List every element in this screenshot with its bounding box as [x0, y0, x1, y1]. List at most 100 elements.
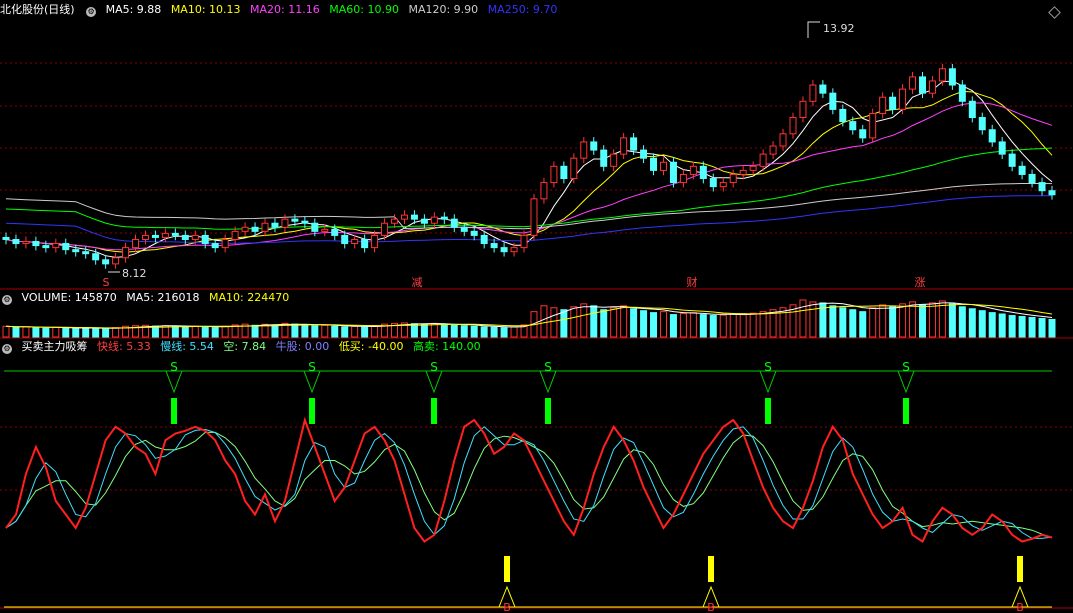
ma120-label: MA120: 9.90	[408, 3, 479, 16]
volume-bar	[669, 314, 677, 338]
volume-bar	[550, 307, 558, 338]
candle-body	[829, 92, 837, 110]
candle-body	[52, 243, 60, 249]
volume-settings-icon[interactable]: ⚙	[2, 295, 12, 305]
volume-bar	[301, 324, 309, 338]
candle-body	[420, 218, 428, 224]
candle-body	[470, 230, 478, 236]
volume-bar	[311, 325, 319, 338]
volume-bar	[689, 312, 697, 338]
volume-bar	[351, 325, 359, 338]
empty-label: 空: 7.84	[223, 340, 267, 353]
candle-body	[201, 234, 209, 245]
candle-body	[789, 117, 797, 135]
volume-bar	[181, 326, 189, 338]
candle-body	[42, 245, 50, 249]
low-buy-label: 低买: -40.00	[338, 340, 404, 353]
candle-body	[440, 216, 448, 220]
candle-body	[281, 218, 289, 228]
candle-body	[909, 76, 917, 90]
candle-body	[92, 253, 100, 261]
volume-bar	[361, 326, 369, 338]
volume-bar	[470, 325, 478, 338]
volume-bar	[510, 326, 518, 338]
sell-signal-bar	[903, 398, 909, 424]
indicator-header: ⚙ 买卖主力吸筹 快线: 5.33 慢线: 5.54 空: 7.84 牛股: 0…	[0, 339, 487, 355]
candle-body	[560, 165, 568, 180]
volume-bar	[72, 327, 80, 338]
volume-bar	[729, 313, 737, 338]
volume-bar	[998, 313, 1006, 338]
volume-bar	[331, 325, 339, 338]
settings-icon[interactable]: ⚙	[86, 7, 97, 17]
candle-body	[500, 247, 508, 253]
volume-bar	[570, 306, 578, 338]
main-header: 北化股份(日线) ⚙ MA5: 9.88 MA10: 10.13 MA20: 1…	[0, 2, 563, 18]
candle-body	[241, 226, 249, 232]
volume-bar	[640, 310, 648, 338]
candle-body	[699, 165, 707, 180]
candle-body	[12, 238, 20, 245]
signal-marker: 财	[687, 275, 698, 289]
indicator-settings-icon[interactable]: ⚙	[2, 344, 12, 354]
candle-body	[82, 251, 90, 255]
ma5-label: MA5: 9.88	[105, 3, 162, 16]
sell-pointer	[759, 370, 777, 394]
high-price-pointer	[807, 21, 820, 38]
volume-bar	[849, 309, 857, 338]
ma20-label: MA20: 11.16	[250, 3, 320, 16]
signal-marker: S	[103, 276, 110, 289]
candle-body	[998, 141, 1006, 155]
volume-bar	[271, 324, 279, 338]
candle-body	[32, 241, 40, 247]
volume-bar	[22, 326, 30, 338]
candle-body	[161, 232, 169, 238]
candle-body	[849, 121, 857, 131]
buy-signal-bar	[504, 556, 510, 582]
candle-body	[301, 220, 309, 224]
volume-bar	[171, 325, 179, 338]
sell-pointer	[165, 370, 183, 394]
candle-body	[988, 129, 996, 143]
candle-body	[271, 222, 279, 228]
candle-body	[410, 214, 418, 220]
volume-bar	[460, 325, 468, 338]
volume-bar	[251, 324, 259, 338]
candle-body	[221, 238, 229, 249]
volume-bar	[600, 309, 608, 338]
candle-body	[132, 238, 140, 249]
candle-body	[311, 222, 319, 232]
sell-pointer	[539, 370, 557, 394]
candle-body	[689, 165, 697, 175]
candle-body	[171, 232, 179, 236]
volume-bar	[112, 327, 120, 338]
stock-chart: 13.92 8.12 S 减 财 涨 S S S S S S B B B	[0, 21, 1073, 613]
candle-body	[610, 153, 618, 167]
candle-body	[510, 247, 518, 253]
candle-body	[261, 222, 269, 232]
candle-body	[869, 112, 877, 139]
candle-body	[659, 161, 667, 171]
candle-body	[928, 80, 936, 94]
volume-ma5-label: MA5: 216018	[126, 291, 200, 304]
candle-body	[759, 153, 767, 167]
ma60-label: MA60: 10.90	[329, 3, 399, 16]
volume-bar	[560, 309, 568, 338]
candle-body	[630, 137, 638, 151]
candle-body	[450, 218, 458, 228]
candle-body	[679, 173, 687, 184]
volume-bar	[82, 327, 90, 338]
volume-bar	[948, 303, 956, 338]
candle-body	[570, 157, 578, 180]
signal-marker: 减	[412, 276, 423, 289]
candle-body	[958, 84, 966, 102]
sell-pointer	[897, 370, 915, 394]
candle-body	[490, 243, 498, 249]
candle-body	[351, 238, 359, 245]
volume-bar	[978, 310, 986, 338]
volume-bar	[191, 325, 199, 338]
volume-bar	[500, 327, 508, 338]
sell-signal-bar	[171, 398, 177, 424]
volume-bar	[291, 323, 299, 338]
candle-body	[2, 236, 10, 240]
